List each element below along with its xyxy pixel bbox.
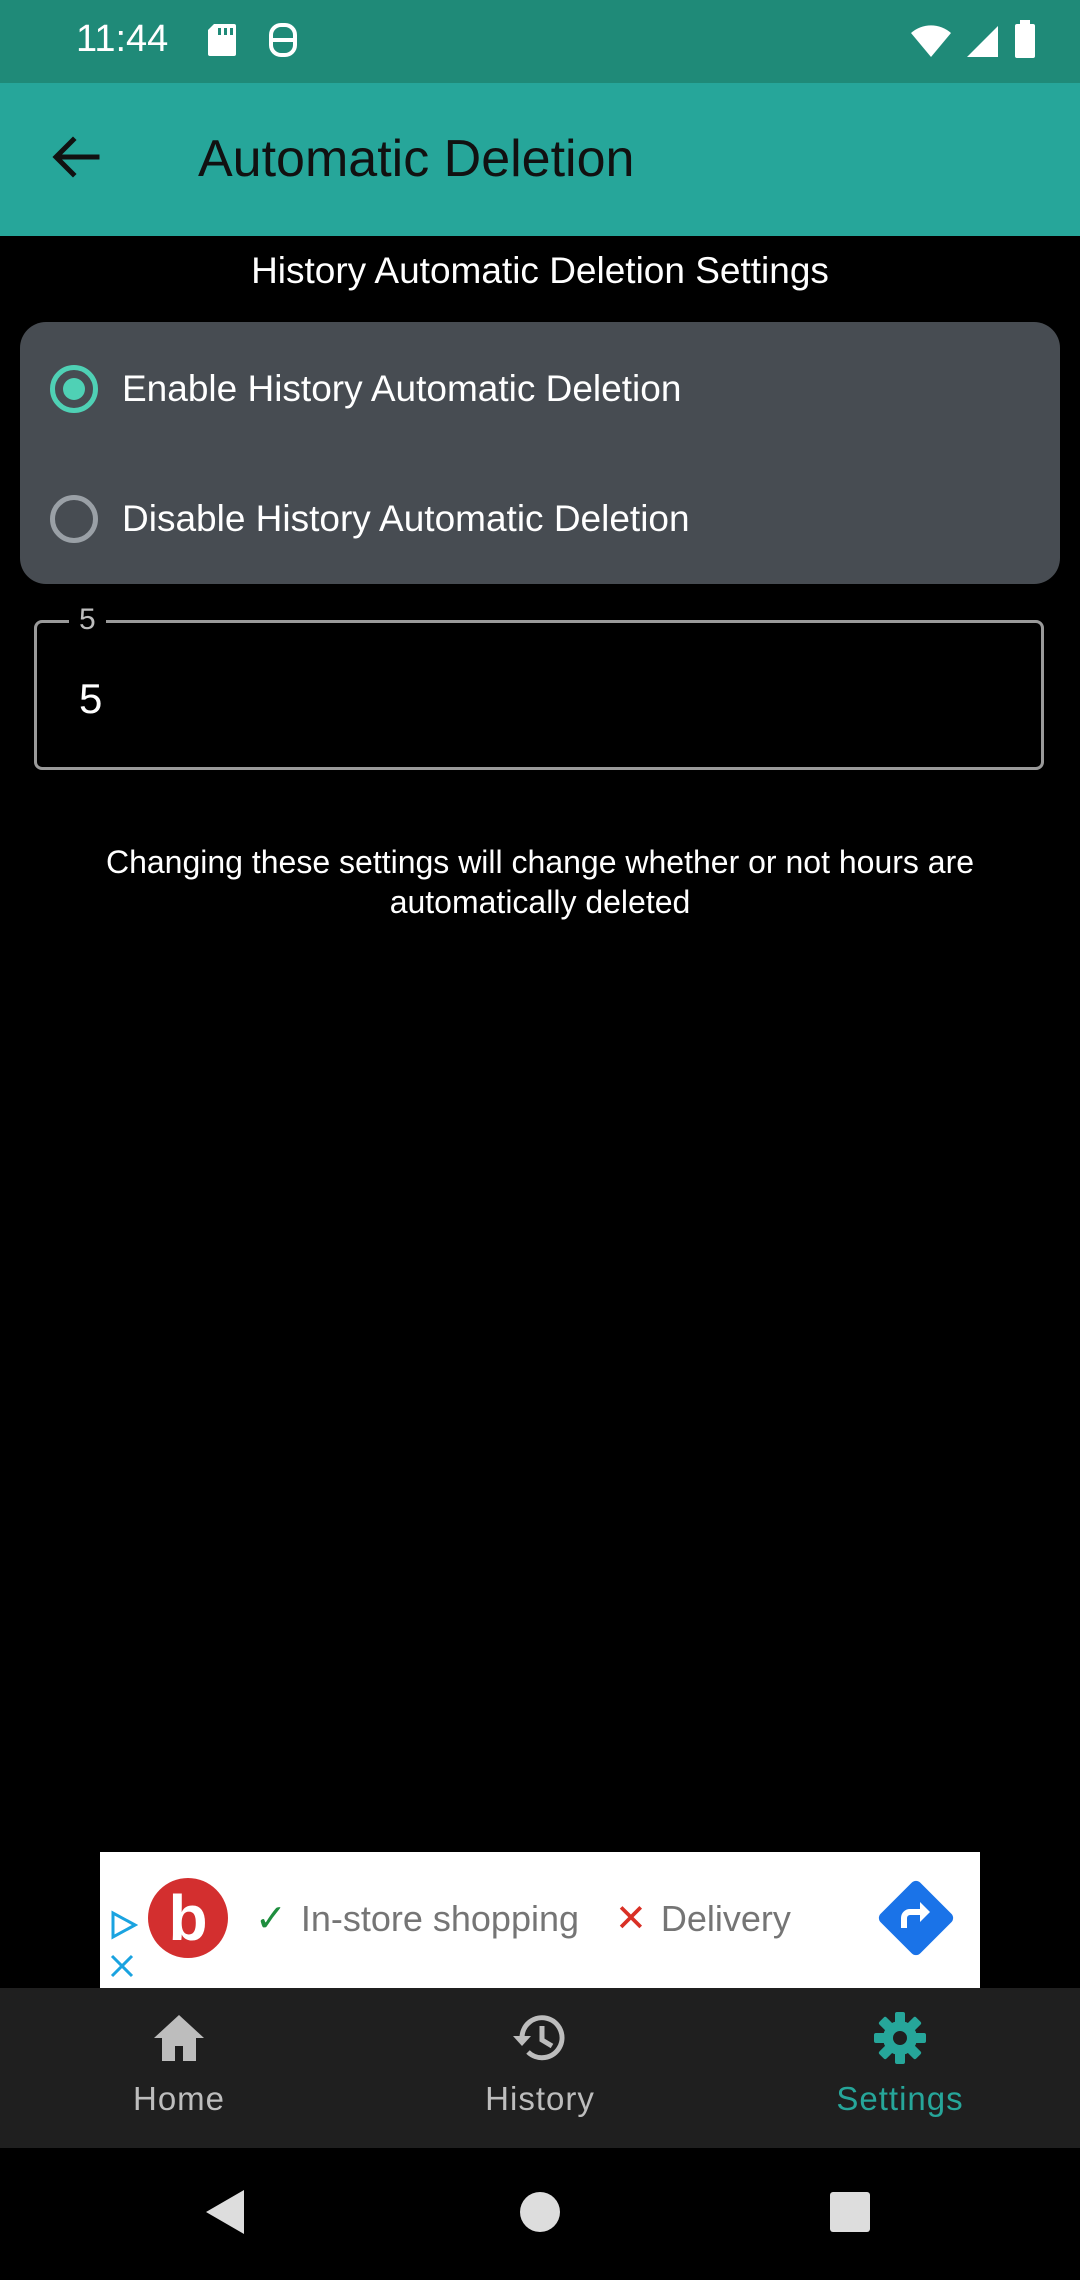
- section-title: History Automatic Deletion Settings: [251, 250, 829, 291]
- radio-disable-deletion[interactable]: Disable History Automatic Deletion: [50, 484, 690, 554]
- system-nav: [0, 2148, 1080, 2280]
- recents-square-icon[interactable]: [828, 2188, 872, 2241]
- checkmark-icon: ✓: [255, 1898, 287, 1940]
- ad-feature-text: In-store shopping: [300, 1897, 580, 1939]
- close-icon[interactable]: [108, 1952, 136, 1985]
- directions-icon[interactable]: [876, 1878, 956, 1958]
- nav-label: Settings: [836, 2080, 964, 2117]
- nav-history[interactable]: History: [440, 2010, 640, 2118]
- arrow-back-icon: [51, 135, 101, 184]
- ad-feature-in-store: ✓ In-store shopping: [255, 1896, 579, 1941]
- wifi-icon: [910, 24, 952, 63]
- status-time: 11:44: [76, 18, 169, 60]
- ad-feature-delivery: ✕ Delivery: [615, 1896, 791, 1941]
- app-bar: Automatic Deletion: [0, 83, 1080, 236]
- hours-field[interactable]: 5: [34, 603, 1044, 770]
- bottom-nav: Home History Settings: [0, 1988, 1080, 2148]
- nav-settings[interactable]: Settings: [800, 2010, 1000, 2118]
- sync-icon: [266, 22, 300, 63]
- radio-label: Disable History Automatic Deletion: [122, 498, 690, 539]
- sd-card-icon: [206, 22, 238, 63]
- gear-icon: [872, 2010, 928, 2071]
- battery-icon: [1014, 20, 1036, 63]
- back-triangle-icon[interactable]: [202, 2188, 246, 2241]
- radio-label: Enable History Automatic Deletion: [122, 368, 682, 409]
- status-bar: 11:44: [0, 0, 1080, 83]
- nav-label: History: [485, 2080, 595, 2117]
- nav-home[interactable]: Home: [79, 2010, 279, 2118]
- ad-banner[interactable]: b ✓ In-store shopping ✕ Delivery: [100, 1852, 980, 1988]
- cross-icon: ✕: [615, 1898, 647, 1940]
- info-text: Changing these settings will change whet…: [105, 844, 975, 920]
- home-icon: [151, 2012, 207, 2069]
- radio-enable-deletion[interactable]: Enable History Automatic Deletion: [50, 354, 681, 424]
- ad-feature-text: Delivery: [660, 1897, 791, 1939]
- page-title: Automatic Deletion: [198, 130, 635, 188]
- nav-label: Home: [132, 2080, 226, 2117]
- radio-checked-icon[interactable]: [50, 365, 98, 413]
- back-button[interactable]: [44, 127, 108, 191]
- home-circle-icon[interactable]: [518, 2188, 562, 2241]
- deletion-radio-group: Enable History Automatic Deletion Disabl…: [20, 322, 1060, 584]
- field-label: 5: [69, 603, 106, 637]
- radio-unchecked-icon[interactable]: [50, 495, 98, 543]
- signal-icon: [966, 24, 1000, 63]
- ad-choices-icon[interactable]: [108, 1910, 139, 1945]
- history-icon: [510, 2010, 570, 2071]
- advertiser-logo[interactable]: b: [148, 1878, 228, 1958]
- hours-input[interactable]: [79, 675, 979, 723]
